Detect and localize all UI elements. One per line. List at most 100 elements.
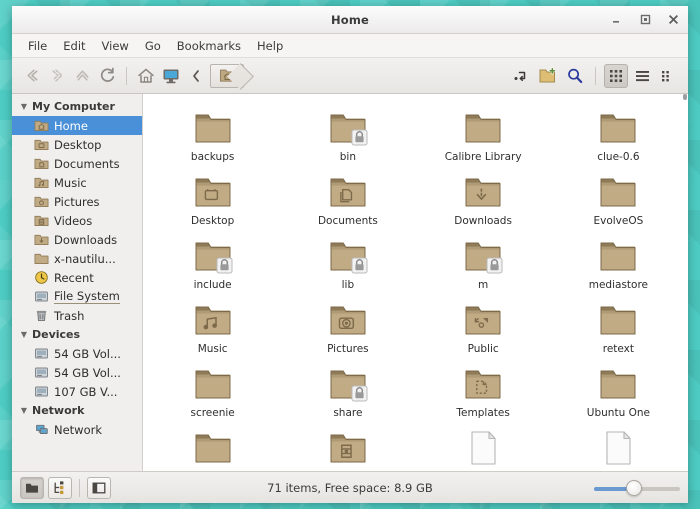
- menu-file[interactable]: File: [20, 36, 55, 56]
- file-item[interactable]: Calibre Library: [416, 102, 551, 166]
- trash-icon: [34, 308, 49, 323]
- file-item[interactable]: share: [280, 358, 415, 422]
- places-toggle-button[interactable]: [20, 477, 44, 499]
- show-sidebar-button[interactable]: [87, 477, 111, 499]
- sidebar-item-trash[interactable]: Trash: [12, 306, 142, 325]
- sidebar-item-home[interactable]: Home: [12, 116, 142, 135]
- file-item[interactable]: Documents: [280, 166, 415, 230]
- file-item[interactable]: mediastore: [551, 230, 686, 294]
- file-label: lib: [340, 279, 357, 290]
- sidebar-item-107-gb-v[interactable]: 107 GB V...: [12, 382, 142, 401]
- file-item[interactable]: include: [145, 230, 280, 294]
- file-item[interactable]: Desktop: [145, 166, 280, 230]
- sidebar-group-label: My Computer: [32, 100, 115, 113]
- file-manager-window: Home File Edit View Go Bookmarks Help: [12, 6, 688, 503]
- sidebar-group-label: Network: [32, 404, 84, 417]
- close-button[interactable]: [666, 13, 680, 27]
- music-folder-icon: [34, 175, 49, 190]
- menu-go[interactable]: Go: [137, 36, 169, 56]
- file-item[interactable]: Music: [145, 294, 280, 358]
- file-item[interactable]: Downloads: [416, 166, 551, 230]
- sidebar-item-label: Videos: [54, 214, 92, 228]
- sidebar-item-label: x-nautilu...: [54, 252, 116, 266]
- sidebar-group-network[interactable]: ▼Network: [12, 401, 142, 420]
- sidebar-item-music[interactable]: Music: [12, 173, 142, 192]
- file-item[interactable]: Templates: [416, 358, 551, 422]
- file-item[interactable]: Public: [416, 294, 551, 358]
- search-icon[interactable]: [562, 63, 587, 88]
- sidebar-item-label: Recent: [54, 271, 94, 285]
- file-item[interactable]: clue-0.6: [551, 102, 686, 166]
- sidebar-item-pictures[interactable]: Pictures: [12, 192, 142, 211]
- zoom-slider[interactable]: [594, 480, 680, 496]
- chevron-down-icon: ▼: [18, 330, 30, 339]
- sidebar-item-downloads[interactable]: Downloads: [12, 230, 142, 249]
- content-area: ▼My Computer Home Desktop Documents Musi…: [12, 94, 688, 471]
- sidebar-item-videos[interactable]: Videos: [12, 211, 142, 230]
- sidebar-item-network[interactable]: Network: [12, 420, 142, 439]
- file-item[interactable]: Videos: [280, 422, 415, 471]
- downloads-folder-icon: [34, 232, 49, 247]
- minimize-button[interactable]: [610, 13, 624, 27]
- sidebar-item-file-system[interactable]: File System: [12, 287, 142, 306]
- folder-icon: [192, 108, 234, 148]
- document-icon: [462, 428, 504, 468]
- menu-help[interactable]: Help: [249, 36, 291, 56]
- breadcrumb-previous-button[interactable]: [183, 63, 208, 88]
- toolbar: [12, 58, 688, 94]
- scrollbar-thumb[interactable]: [683, 94, 687, 100]
- sidebar-item-desktop[interactable]: Desktop: [12, 135, 142, 154]
- computer-button[interactable]: [158, 63, 183, 88]
- menu-edit[interactable]: Edit: [55, 36, 93, 56]
- sidebar-item-label: File System: [54, 289, 120, 304]
- file-label: Calibre Library: [443, 151, 524, 162]
- file-label: EvolveOS: [591, 215, 645, 226]
- back-button[interactable]: [20, 63, 45, 88]
- file-item[interactable]: Pictures: [280, 294, 415, 358]
- sidebar-group-my-computer[interactable]: ▼My Computer: [12, 97, 142, 116]
- compact-view-button[interactable]: [656, 64, 680, 88]
- file-item[interactable]: bin: [280, 102, 415, 166]
- file-item[interactable]: backups: [145, 102, 280, 166]
- file-item[interactable]: m: [416, 230, 551, 294]
- file-item[interactable]: all_databases_backup.: [416, 422, 551, 471]
- chevron-down-icon: ▼: [18, 102, 30, 111]
- file-item[interactable]: lib: [280, 230, 415, 294]
- menu-bookmarks[interactable]: Bookmarks: [169, 36, 249, 56]
- zoom-slider-knob[interactable]: [626, 480, 642, 496]
- sidebar-item-54-gb-vol[interactable]: 54 GB Vol...: [12, 344, 142, 363]
- sidebar-item-x-nautilu[interactable]: x-nautilu...: [12, 249, 142, 268]
- file-pane[interactable]: backups bin Calibre Library clue-0.6 Des…: [143, 94, 688, 471]
- new-folder-icon[interactable]: [535, 63, 560, 88]
- sidebar-item-documents[interactable]: Documents: [12, 154, 142, 173]
- tree-toggle-button[interactable]: [48, 477, 72, 499]
- terminal-icon[interactable]: [508, 63, 533, 88]
- list-view-button[interactable]: [630, 64, 654, 88]
- icon-view-button[interactable]: [604, 64, 628, 88]
- file-item[interactable]: Ubuntu One: [551, 358, 686, 422]
- file-item[interactable]: screenie: [145, 358, 280, 422]
- menu-bar: File Edit View Go Bookmarks Help: [12, 34, 688, 58]
- breadcrumb-item-home[interactable]: [210, 64, 244, 88]
- sidebar-item-recent[interactable]: Recent: [12, 268, 142, 287]
- up-button[interactable]: [70, 63, 95, 88]
- file-item[interactable]: EvolveOS: [551, 166, 686, 230]
- sidebar-item-54-gb-vol[interactable]: 54 GB Vol...: [12, 363, 142, 382]
- file-item[interactable]: retext: [551, 294, 686, 358]
- menu-view[interactable]: View: [94, 36, 137, 56]
- folder-icon: [462, 364, 504, 404]
- pictures-folder-icon: [34, 194, 49, 209]
- file-label: retext: [601, 343, 636, 354]
- home-folder-icon: [34, 118, 49, 133]
- file-item[interactable]: all_dbs.sql: [551, 422, 686, 471]
- forward-button[interactable]: [45, 63, 70, 88]
- sidebar: ▼My Computer Home Desktop Documents Musi…: [12, 94, 143, 471]
- vertical-scrollbar[interactable]: [683, 94, 688, 471]
- reload-button[interactable]: [95, 63, 120, 88]
- folder-icon: [327, 364, 369, 404]
- sidebar-group-devices[interactable]: ▼Devices: [12, 325, 142, 344]
- maximize-button[interactable]: [638, 13, 652, 27]
- home-button[interactable]: [133, 63, 158, 88]
- file-label: Ubuntu One: [585, 407, 652, 418]
- file-item[interactable]: uget: [145, 422, 280, 471]
